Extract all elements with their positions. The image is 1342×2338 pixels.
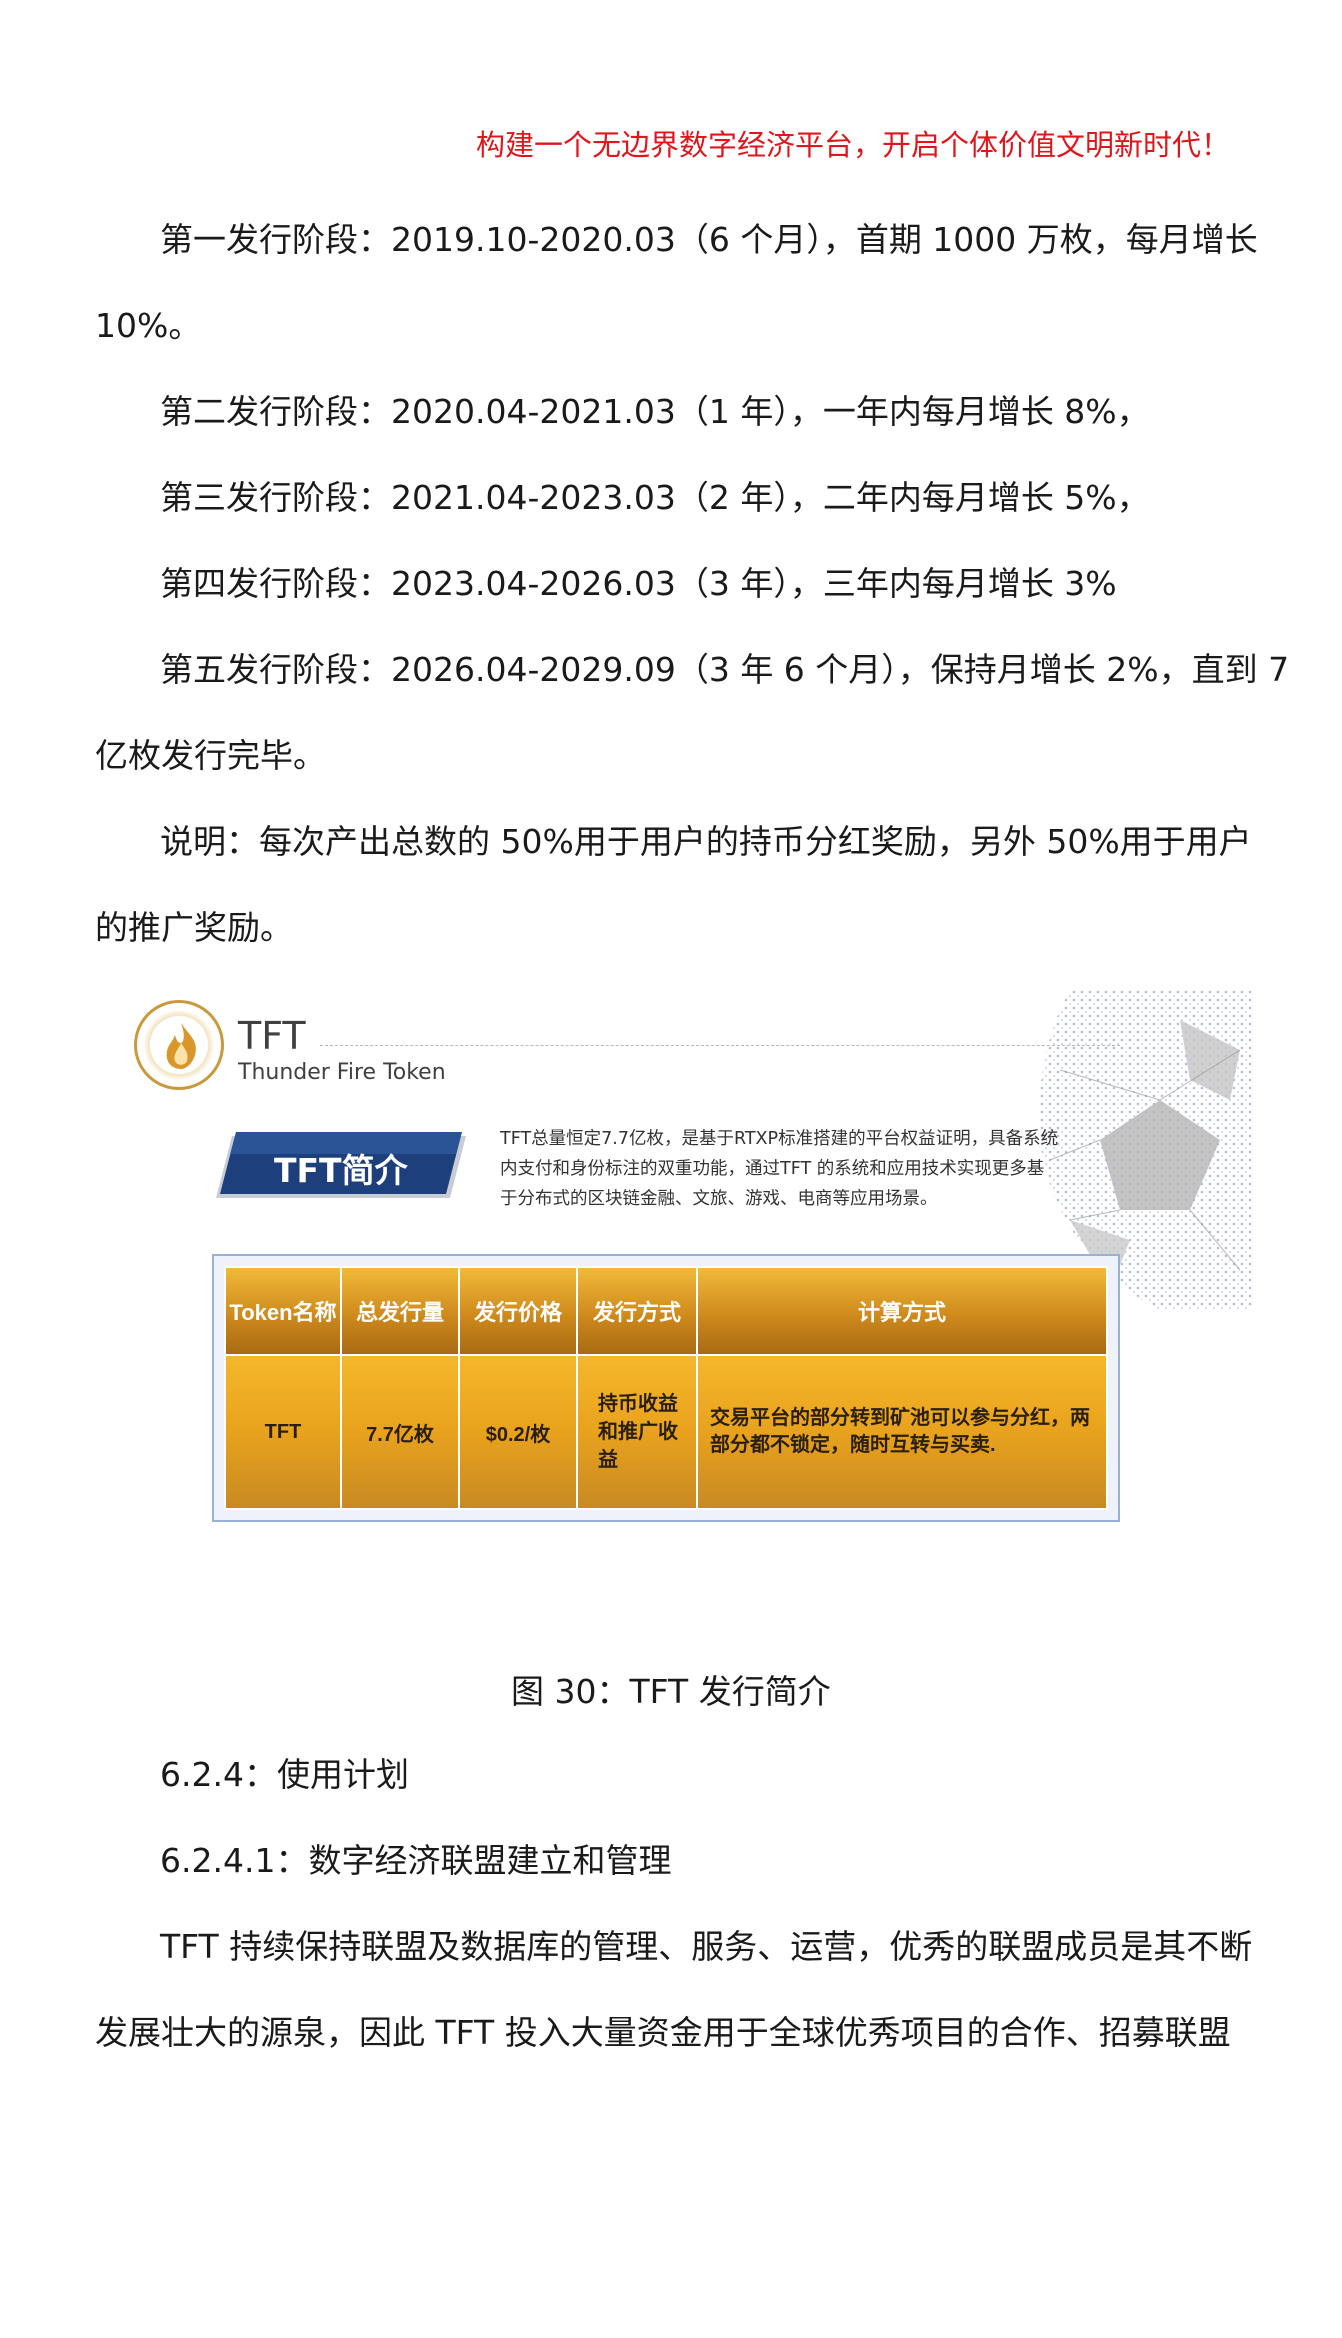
- col-header-calc: 计算方式: [696, 1266, 1108, 1356]
- title-divider: [320, 1045, 1120, 1046]
- cell-price: $0.2/枚: [458, 1354, 578, 1510]
- token-table: Token名称 总发行量 发行价格 发行方式 计算方式 TFT 7.7亿枚 $0…: [224, 1266, 1108, 1510]
- tft-intro-text: TFT总量恒定7.7亿枚，是基于RTXP标准搭建的平台权益证明，具备系统内支付和…: [500, 1129, 1059, 1209]
- col-header-method: 发行方式: [576, 1266, 698, 1356]
- body-text-line1: TFT 持续保持联盟及数据库的管理、服务、运营，优秀的联盟成员是其不断: [160, 1927, 1253, 1966]
- note-text-line2: 的推广奖励。: [95, 908, 293, 947]
- cell-total: 7.7亿枚: [340, 1354, 460, 1510]
- note-text-line1: 说明：每次产出总数的 50%用于用户的持币分红奖励，另外 50%用于用户: [160, 822, 1252, 861]
- phase4-text: 第四发行阶段：2023.04-2026.03（3 年），三年内每月增长 3%: [160, 564, 1117, 603]
- table-header-row: Token名称 总发行量 发行价格 发行方式 计算方式: [224, 1266, 1108, 1356]
- phase3-text: 第三发行阶段：2021.04-2023.03（2 年），二年内每月增长 5%，: [160, 478, 1150, 517]
- phase1-text-line1: 第一发行阶段：2019.10-2020.03（6 个月），首期 1000 万枚，…: [160, 220, 1258, 259]
- cell-token-name: TFT: [224, 1354, 342, 1510]
- cell-calc: 交易平台的部分转到矿池可以参与分红，两部分都不锁定，随时互转与买卖.: [696, 1354, 1108, 1510]
- phase5-text-line1: 第五发行阶段：2026.04-2029.09（3 年 6 个月），保持月增长 2…: [160, 650, 1290, 689]
- col-header-token-name: Token名称: [224, 1266, 342, 1356]
- tft-logo: [134, 1000, 224, 1090]
- section-heading-624: 6.2.4：使用计划: [160, 1755, 409, 1794]
- col-header-price: 发行价格: [458, 1266, 578, 1356]
- header-slogan: 构建一个无边界数字经济平台，开启个体价值文明新时代！: [476, 128, 1231, 162]
- figure-title: TFT: [238, 1014, 306, 1058]
- figure-subtitle: Thunder Fire Token: [238, 1060, 446, 1085]
- figure-caption: 图 30：TFT 发行简介: [511, 1672, 831, 1711]
- section-heading-6241: 6.2.4.1：数字经济联盟建立和管理: [160, 1841, 672, 1880]
- tft-intro-banner: TFT简介: [216, 1132, 466, 1202]
- table-row: TFT 7.7亿枚 $0.2/枚 持币收益和推广收益 交易平台的部分转到矿池可以…: [224, 1354, 1108, 1510]
- col-header-total: 总发行量: [340, 1266, 460, 1356]
- phase2-text: 第二发行阶段：2020.04-2021.03（1 年），一年内每月增长 8%，: [160, 392, 1150, 431]
- phase1-text-line2: 10%。: [95, 306, 202, 345]
- banner-label: TFT简介: [274, 1151, 408, 1190]
- body-text-line2: 发展壮大的源泉，因此 TFT 投入大量资金用于全球优秀项目的合作、招募联盟: [95, 2013, 1231, 2052]
- phase5-text-line2: 亿枚发行完毕。: [95, 736, 326, 775]
- cell-method: 持币收益和推广收益: [576, 1354, 698, 1510]
- token-table-frame: Token名称 总发行量 发行价格 发行方式 计算方式 TFT 7.7亿枚 $0…: [212, 1254, 1120, 1522]
- tft-intro-figure: TFT Thunder Fire Token TFT简介 TFT总量恒定7.7亿…: [134, 990, 1252, 1530]
- flame-icon: [166, 1023, 196, 1069]
